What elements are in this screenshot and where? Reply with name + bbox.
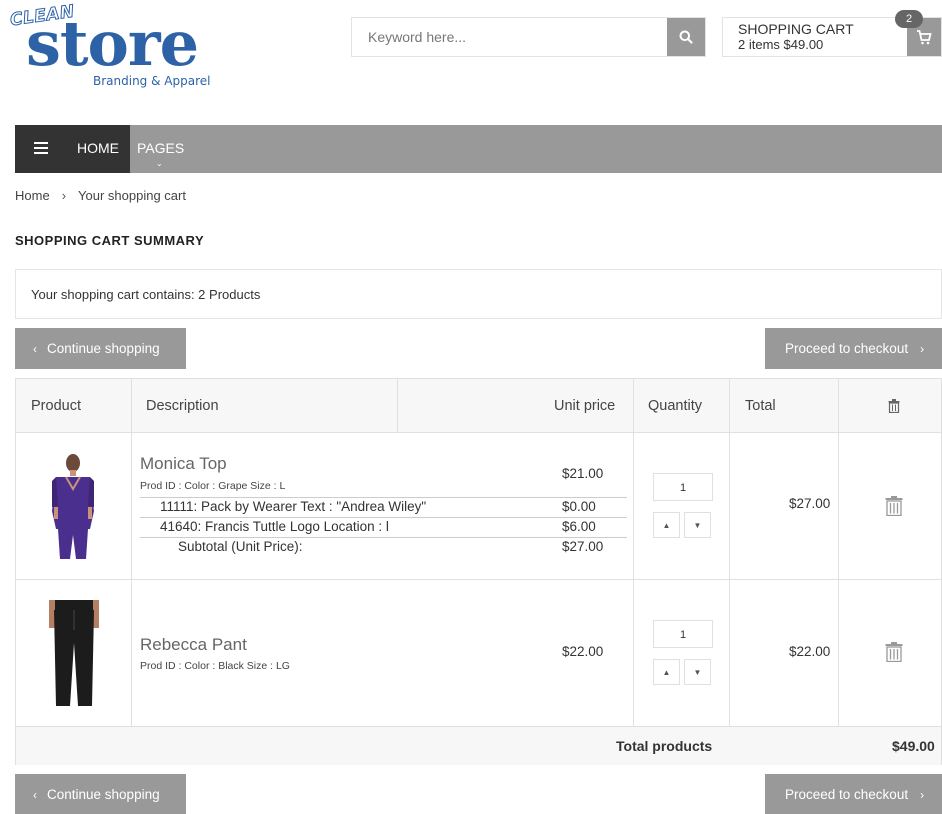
quantity-increase-button[interactable]: ▲ [653, 512, 680, 538]
cart-table: Product Description Unit price Quantity … [15, 378, 942, 765]
delete-trash-icon[interactable] [885, 496, 903, 516]
unit-price: $22.00 [562, 644, 604, 659]
product-name[interactable]: Rebecca Pant [140, 635, 247, 655]
continue-shopping-label: Continue shopping [47, 787, 160, 802]
cart-count-badge: 2 [895, 10, 923, 28]
nav-home[interactable]: HOME [15, 125, 130, 173]
table-row: Rebecca Pant Prod ID : Color : Black Siz… [16, 580, 941, 727]
quantity-decrease-button[interactable]: ▼ [684, 512, 711, 538]
proceed-to-checkout-button[interactable]: Proceed to checkout › [765, 328, 942, 369]
breadcrumb-separator-icon: › [61, 188, 67, 203]
product-id: Prod ID : Color : Black Size : LG [140, 660, 290, 672]
table-row: Monica Top Prod ID : Color : Grape Size … [16, 433, 941, 580]
option-line: 11111: Pack by Wearer Text : "Andrea Wil… [140, 497, 627, 517]
option-price: $6.00 [562, 519, 596, 534]
product-image-rebecca-pant[interactable] [46, 598, 102, 708]
main-nav: HOME PAGES ⌄ [15, 125, 942, 173]
nav-pages[interactable]: PAGES [137, 140, 184, 156]
product-name[interactable]: Monica Top [140, 454, 227, 474]
continue-shopping-label: Continue shopping [47, 341, 160, 356]
product-id: Prod ID : Color : Grape Size : L [140, 480, 286, 492]
quantity-stepper: 1 ▲ ▼ [653, 620, 713, 685]
search-button[interactable] [667, 18, 705, 56]
option-line: Subtotal (Unit Price): $27.00 [140, 537, 627, 557]
product-image-monica-top[interactable] [46, 451, 100, 561]
chevron-left-icon: ‹ [33, 788, 37, 802]
quantity-decrease-button[interactable]: ▼ [684, 659, 711, 685]
header-total: Total [745, 398, 776, 414]
product-options: 11111: Pack by Wearer Text : "Andrea Wil… [140, 497, 627, 557]
search-bar [351, 17, 706, 57]
continue-shopping-button-bottom[interactable]: ‹ Continue shopping [15, 774, 186, 814]
header-unit-price: Unit price [554, 398, 616, 414]
quantity-increase-button[interactable]: ▲ [653, 659, 680, 685]
option-label: 11111: Pack by Wearer Text : "Andrea Wil… [160, 499, 427, 514]
table-footer: Total products $49.00 [16, 727, 941, 765]
cart-contains-message: Your shopping cart contains: 2 Products [15, 269, 942, 319]
row-total: $22.00 [789, 644, 831, 659]
unit-price: $21.00 [562, 466, 604, 481]
chevron-left-icon: ‹ [33, 342, 37, 356]
breadcrumb-current: Your shopping cart [78, 188, 186, 203]
search-icon [679, 30, 693, 44]
header-product: Product [31, 398, 81, 414]
option-price: $0.00 [562, 499, 596, 514]
store-logo[interactable]: CLEAN store Branding & Apparel [8, 1, 223, 90]
logo-store-text: store [26, 7, 199, 80]
hamburger-menu-icon[interactable] [34, 142, 48, 154]
option-line: 41640: Francis Tuttle Logo Location : l $… [140, 517, 627, 537]
proceed-to-checkout-button-bottom[interactable]: Proceed to checkout › [765, 774, 942, 814]
continue-shopping-button[interactable]: ‹ Continue shopping [15, 328, 186, 369]
cart-icon [917, 29, 932, 44]
cart-title: SHOPPING CART [738, 21, 854, 37]
nav-home-label: HOME [77, 140, 119, 156]
quantity-input[interactable]: 1 [653, 620, 713, 648]
delete-trash-icon[interactable] [885, 642, 903, 662]
trash-header-icon [888, 399, 900, 413]
logo-tagline: Branding & Apparel [93, 74, 211, 88]
chevron-down-icon: ⌄ [156, 159, 163, 168]
proceed-to-checkout-label: Proceed to checkout [785, 341, 909, 356]
proceed-to-checkout-label: Proceed to checkout [785, 787, 909, 802]
header-quantity: Quantity [648, 398, 702, 414]
option-label: 41640: Francis Tuttle Logo Location : l [160, 519, 389, 534]
row-total: $27.00 [789, 496, 831, 511]
total-products-label: Total products [616, 738, 713, 754]
chevron-right-icon: › [920, 788, 925, 802]
cart-summary: 2 items $49.00 [738, 37, 824, 52]
quantity-stepper: 1 ▲ ▼ [653, 473, 713, 538]
search-input[interactable] [352, 18, 668, 56]
subtotal-value: $27.00 [562, 539, 604, 554]
chevron-right-icon: › [920, 342, 925, 356]
total-products-value: $49.00 [892, 738, 935, 754]
subtotal-label: Subtotal (Unit Price): [178, 539, 303, 554]
page-title: SHOPPING CART SUMMARY [15, 233, 205, 248]
breadcrumb: Home › Your shopping cart [15, 188, 186, 203]
header-cart[interactable]: SHOPPING CART 2 items $49.00 2 [722, 10, 942, 57]
header-description: Description [146, 398, 219, 414]
quantity-input[interactable]: 1 [653, 473, 713, 501]
breadcrumb-home[interactable]: Home [15, 188, 50, 203]
